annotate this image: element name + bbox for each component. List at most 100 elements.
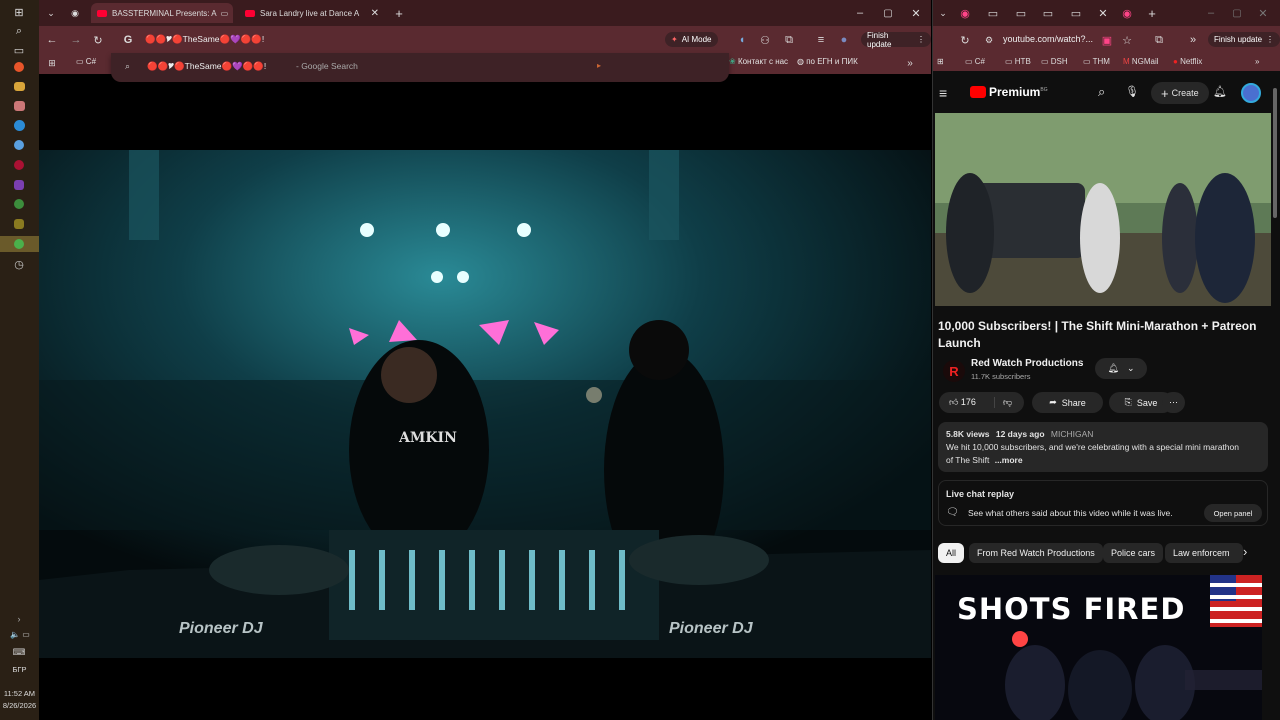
notifications-bell-icon[interactable]: 🔔︎ (1213, 85, 1227, 98)
finish-update-button[interactable]: Finish update ⋮ (861, 31, 931, 49)
clock-time[interactable]: 11:52 AM (0, 689, 39, 698)
reading-list-icon[interactable]: ≡ (813, 32, 829, 48)
tab-icon[interactable]: ▭ (985, 5, 1001, 21)
hamburger-menu-icon[interactable]: ≡ (939, 85, 947, 101)
reload-icon[interactable]: ↻ (957, 32, 973, 48)
minimize-icon[interactable]: – (852, 5, 868, 21)
clock-app-icon[interactable]: ◷ (11, 257, 27, 271)
chip-channel[interactable]: From Red Watch Productions (969, 543, 1103, 563)
more-bookmarks-icon[interactable]: » (902, 55, 918, 71)
extensions-icon[interactable]: ⧉ (1151, 32, 1167, 48)
tab-search-chevron-icon[interactable]: ⌄ (43, 5, 59, 21)
finish-update-button[interactable]: Finish update ⋮ (1208, 32, 1280, 47)
volume-network-icon[interactable]: 🔈 ▭ (6, 627, 34, 641)
extensions-icon[interactable]: ⧉ (781, 32, 797, 48)
more-actions-button[interactable]: ⋯ (1162, 392, 1185, 413)
more-link[interactable]: ...more (995, 455, 1023, 465)
search-icon[interactable]: ⌕ (11, 24, 27, 38)
close-window-icon[interactable]: ✕ (908, 5, 924, 21)
bookmark-egn[interactable]: ◍ по ЕГН и ПИК (797, 57, 858, 66)
location-tag[interactable]: MICHIGAN (1051, 429, 1094, 439)
close-icon[interactable]: ✕ (1095, 5, 1111, 21)
tab-icon[interactable]: ▭ (1040, 5, 1056, 21)
microphone-icon[interactable]: 🎙︎ (1125, 85, 1139, 98)
youtube-logo-icon[interactable] (970, 86, 986, 98)
windows-start-icon[interactable]: ⊞ (11, 5, 27, 19)
open-panel-button[interactable]: Open panel (1204, 504, 1262, 522)
bookmark-star-icon[interactable]: ☆ (1119, 32, 1135, 48)
tab-icon[interactable]: ▭ (1013, 5, 1029, 21)
clock-date[interactable]: 8/26/2026 (0, 701, 39, 710)
channel-name[interactable]: Red Watch Productions (971, 358, 1083, 369)
create-button[interactable]: + Create (1151, 82, 1209, 104)
forward-icon[interactable]: → (68, 32, 84, 48)
current-video-thumbnail[interactable] (935, 113, 1271, 306)
bookmark-folder-ntv[interactable]: ▭ НТВ (1005, 57, 1031, 66)
apps-grid-icon[interactable]: ⊞ (44, 55, 60, 71)
more-bookmarks-icon[interactable]: » (1255, 57, 1259, 66)
profile-avatar-icon[interactable]: ● (836, 32, 852, 48)
chrome-icon[interactable] (14, 199, 24, 209)
bookmark-folder[interactable]: ▭ C# (76, 57, 96, 66)
channel-avatar[interactable]: R (943, 360, 965, 382)
description-box[interactable]: 5.8K views 12 days ago MICHIGAN We hit 1… (938, 422, 1268, 472)
close-icon[interactable]: ✕ (365, 8, 379, 19)
tab-icon[interactable]: ▭ (1068, 5, 1084, 21)
file-explorer-icon[interactable] (14, 82, 25, 91)
search-icon[interactable]: ⌕ (1098, 84, 1105, 100)
dislike-button[interactable]: 👎︎ (993, 397, 1012, 408)
chip-all[interactable]: All (938, 543, 965, 563)
maximize-icon[interactable]: ▢ (1229, 5, 1245, 21)
back-icon[interactable]: ← (44, 32, 60, 48)
chip-law-enforcement[interactable]: Law enforcem (1165, 543, 1243, 563)
media-icon[interactable]: ◖ (734, 32, 750, 48)
bookmark-folder-csharp[interactable]: ▭ C# (965, 57, 985, 66)
app-icon[interactable] (14, 140, 24, 150)
minimize-icon[interactable]: – (1203, 5, 1219, 21)
app-icon[interactable] (14, 219, 24, 229)
more-icon[interactable]: » (1185, 32, 1201, 48)
reload-icon[interactable]: ↻ (90, 32, 106, 48)
tab-sara-landry[interactable]: Sara Landry live at Dance A ✕ (239, 3, 385, 23)
subscribe-bell-button[interactable]: 🔔︎ ⌄ (1095, 358, 1147, 379)
video-player[interactable]: AMKIN Pioneer DJ Pioneer DJ (39, 150, 931, 658)
like-button[interactable]: 👍︎ 176 (949, 397, 976, 408)
tab-icon[interactable]: ◉ (957, 5, 973, 21)
opera-icon[interactable] (14, 160, 24, 170)
keyboard-icon[interactable]: ⌨ (11, 645, 27, 659)
omnibox-suggestion[interactable]: ⌕ 🔴🔴🎔🔴TheSame🔴💜🔴🔴! - Google Search ▸ (111, 53, 729, 82)
chevron-up-icon[interactable]: › (11, 612, 27, 626)
scrollbar[interactable] (1273, 88, 1277, 218)
language-indicator[interactable]: БГР (0, 665, 39, 674)
avatar[interactable] (1241, 83, 1261, 103)
tab-bassterminal[interactable]: BASSTERMINAL Presents: A ▭ ✕ (91, 3, 233, 23)
address-text[interactable]: 🔴🔴🎔🔴TheSame🔴💜🔴🔴! (145, 34, 264, 45)
share-button[interactable]: ➦ Share (1032, 392, 1103, 413)
youtube-premium-logo[interactable]: PremiumBG (989, 85, 1048, 99)
chip-police-cars[interactable]: Police cars (1103, 543, 1164, 563)
new-tab-icon[interactable]: + (391, 5, 407, 21)
bookmark-folder-dsh[interactable]: ▭ DSH (1041, 57, 1068, 66)
close-window-icon[interactable]: ✕ (1255, 5, 1271, 21)
new-tab-icon[interactable]: + (1144, 5, 1160, 21)
chevron-right-icon[interactable]: › (1243, 544, 1247, 559)
extension-icon[interactable]: ▣ (1099, 32, 1115, 48)
bookmark-contact[interactable]: ❀ Контакт с нас (729, 57, 788, 66)
bookmark-netflix[interactable]: ● Netflix (1173, 57, 1202, 66)
edge-icon[interactable] (14, 120, 25, 131)
record-icon[interactable]: ◉ (67, 5, 83, 21)
ai-mode-button[interactable]: ✦ AI Mode (665, 32, 718, 47)
tab-search-chevron-icon[interactable]: ⌄ (935, 5, 951, 21)
apps-grid-icon[interactable]: ⊞ (937, 57, 944, 66)
maximize-icon[interactable]: ▢ (880, 5, 896, 21)
bookmark-folder-thm[interactable]: ▭ THM (1083, 57, 1110, 66)
onenote-icon[interactable] (14, 180, 24, 190)
task-view-icon[interactable]: ▭ (11, 43, 27, 57)
game-icon[interactable]: ⚇ (757, 32, 773, 48)
chrome-active-icon[interactable] (14, 239, 24, 249)
address-url[interactable]: youtube.com/watch?... (1003, 34, 1093, 44)
bookmark-ngmail[interactable]: M NGMail (1123, 57, 1159, 66)
close-icon[interactable]: ✕ (228, 8, 233, 19)
site-info-icon[interactable]: ⚙ (981, 32, 997, 48)
tab-icon[interactable]: ◉ (1119, 5, 1135, 21)
